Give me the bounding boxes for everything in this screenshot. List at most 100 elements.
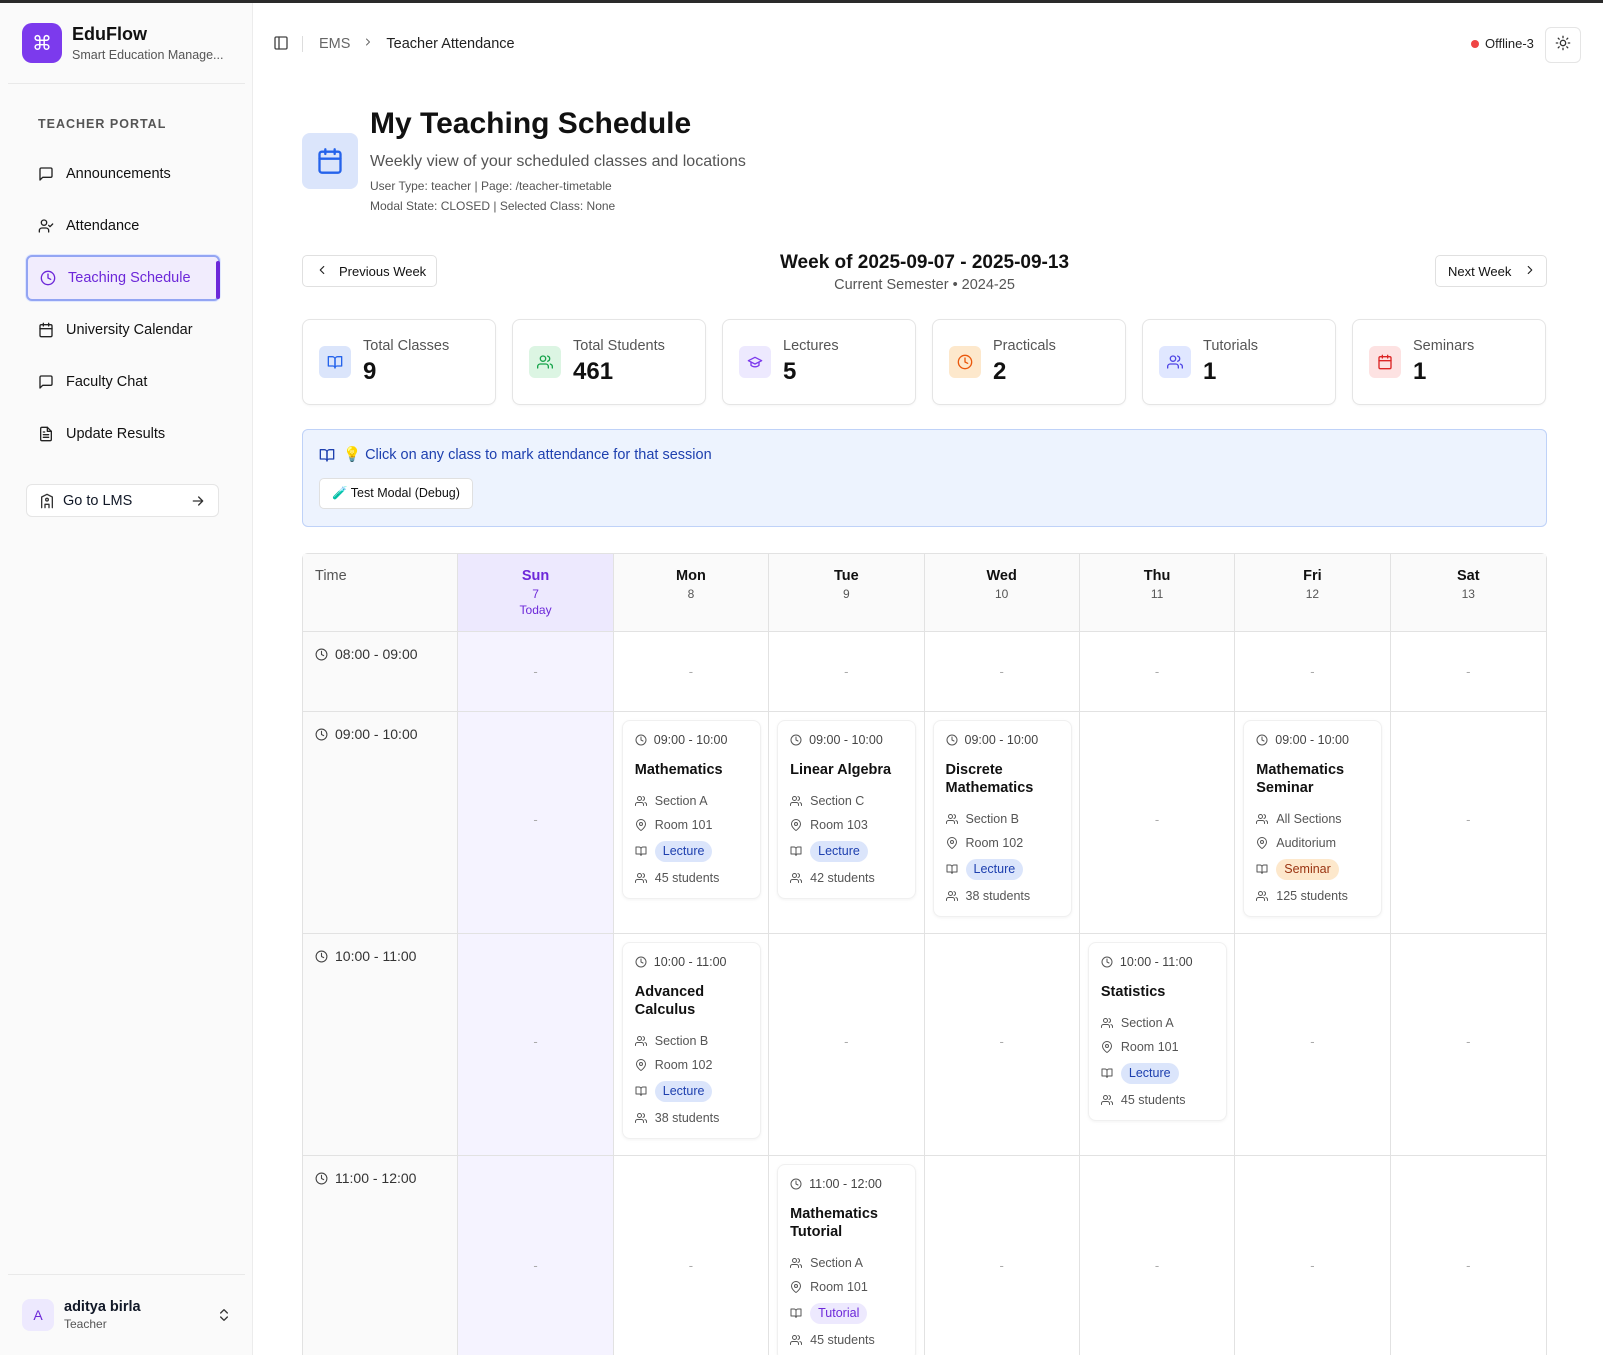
- user-menu[interactable]: A aditya birla Teacher: [22, 1299, 232, 1331]
- day-header-fri: Fri 12: [1235, 554, 1391, 631]
- users-icon: [790, 1334, 803, 1346]
- test-modal-button[interactable]: 🧪 Test Modal (Debug): [319, 478, 473, 509]
- schedule-cell[interactable]: 11:00 - 12:00 Mathematics Tutorial Section…: [769, 1156, 925, 1355]
- sidebar-item-attendance[interactable]: Attendance: [26, 203, 220, 249]
- class-meta: Section A Room 101 Lecture 45 students: [634, 793, 748, 886]
- class-section: All Sections: [1256, 811, 1369, 827]
- class-subject: Linear Algebra: [790, 762, 892, 778]
- class-type-badge: Lecture: [965, 858, 1024, 880]
- theme-toggle-button[interactable]: [1545, 27, 1581, 63]
- class-card[interactable]: 09:00 - 10:00 Mathematics Seminar All Sect…: [1243, 720, 1383, 917]
- status-dot-icon: [1471, 39, 1479, 48]
- arrow-right-icon: [190, 493, 206, 513]
- users-icon: [634, 1112, 647, 1124]
- sidebar-item-faculty-chat[interactable]: Faculty Chat: [26, 359, 220, 405]
- chevrons-up-down-icon: [216, 1307, 232, 1328]
- class-students-text: 38 students: [965, 889, 1031, 903]
- schedule-cell[interactable]: 09:00 - 10:00 Linear Algebra Section C Room…: [769, 712, 925, 933]
- sidebar-item-teaching-schedule[interactable]: Teaching Schedule: [26, 255, 220, 301]
- class-type: Lecture: [635, 840, 748, 862]
- stats-row: Total Classes 9 Total Students 461 Lectures 5…: [302, 319, 1547, 405]
- day-date: 8: [687, 587, 695, 601]
- chevron-right-icon: [1523, 263, 1537, 280]
- empty-slot: -: [1466, 1258, 1471, 1273]
- day-name: Wed: [986, 568, 1017, 584]
- schedule-cell: -: [1080, 1156, 1236, 1355]
- empty-slot: -: [1154, 812, 1160, 827]
- book-open-icon: [790, 845, 802, 857]
- previous-week-button[interactable]: Previous Week: [302, 255, 437, 287]
- class-type: Lecture: [635, 1080, 748, 1102]
- sidebar-toggle-icon[interactable]: [273, 35, 289, 56]
- go-to-lms-label: Go to LMS: [63, 492, 133, 509]
- class-section-text: Section A: [654, 794, 708, 808]
- class-section-text: All Sections: [1276, 812, 1342, 826]
- class-section-text: Section A: [810, 1256, 863, 1270]
- schedule-cell: -: [769, 632, 925, 711]
- class-students: 42 students: [790, 870, 903, 886]
- day-header-sun: Sun 7 Today: [458, 554, 614, 631]
- user-name: aditya birla: [64, 1299, 141, 1315]
- class-time-text: 09:00 - 10:00: [653, 733, 728, 747]
- sidebar-item-university-calendar[interactable]: University Calendar: [26, 307, 220, 353]
- clock-icon: [790, 734, 802, 746]
- time-slot-cell: 08:00 - 09:00: [303, 632, 459, 711]
- status-label: Offline-3: [1485, 36, 1534, 51]
- day-date: 13: [1461, 587, 1475, 601]
- stat-label: Seminars: [1413, 338, 1475, 354]
- schedule-cell: -: [458, 1156, 614, 1355]
- schedule-cell: -: [1391, 1156, 1546, 1355]
- time-slot-text: 08:00 - 09:00: [335, 646, 418, 662]
- sidebar-item-update-results[interactable]: Update Results: [26, 411, 220, 457]
- top-header: EMS Teacher Attendance Offline-3: [253, 3, 1603, 83]
- stat-label: Practicals: [993, 338, 1056, 354]
- command-icon: ⌘: [22, 23, 62, 63]
- info-text: 💡 Click on any class to mark attendance …: [343, 447, 712, 463]
- map-pin-icon: [1101, 1041, 1113, 1053]
- stat-card: Lectures 5: [722, 319, 916, 405]
- class-card[interactable]: 10:00 - 11:00 Statistics Section A Room 101…: [1087, 942, 1227, 1121]
- chevron-left-icon: [315, 263, 329, 280]
- class-room: Room 102: [635, 1057, 748, 1073]
- time-slot-row: 08:00 - 09:00 - - - - - - -: [303, 632, 1546, 712]
- empty-slot: -: [688, 1258, 694, 1273]
- day-name: Fri: [1303, 568, 1322, 584]
- class-card[interactable]: 10:00 - 11:00 Advanced Calculus Section B R…: [621, 942, 761, 1139]
- schedule-cell[interactable]: 09:00 - 10:00 Mathematics Section A Room 10…: [614, 712, 770, 933]
- stat-card: Total Classes 9: [302, 319, 496, 405]
- sidebar-item-announcements[interactable]: Announcements: [26, 151, 220, 197]
- go-to-lms-button[interactable]: Go to LMS: [26, 484, 219, 517]
- time-slot-text: 11:00 - 12:00: [335, 1170, 417, 1186]
- users-icon: [529, 346, 561, 378]
- day-header-thu: Thu 11: [1079, 554, 1236, 631]
- class-room: Room 101: [1101, 1039, 1214, 1055]
- day-name: Sun: [521, 568, 550, 584]
- class-type: Seminar: [1256, 858, 1369, 880]
- schedule-cell[interactable]: 09:00 - 10:00 Mathematics Seminar All Sect…: [1235, 712, 1391, 933]
- class-meta: Section B Room 102 Lecture 38 students: [634, 1033, 748, 1126]
- calendar-icon: [302, 133, 358, 189]
- brand[interactable]: ⌘ EduFlow Smart Education Manage...: [22, 23, 232, 63]
- class-card[interactable]: 11:00 - 12:00 Mathematics Tutorial Section…: [777, 1164, 917, 1355]
- timetable-grid: Time Sun 7 Today Mon 8 Tue 9 Wed 10 Thu 11 Fri 12 Sat 1…: [302, 553, 1547, 1355]
- empty-slot: -: [1310, 1034, 1315, 1049]
- class-room-text: Room 102: [654, 1058, 713, 1072]
- divider: [302, 36, 303, 52]
- class-card[interactable]: 09:00 - 10:00 Discrete Mathematics Section…: [932, 720, 1072, 917]
- users-icon: [945, 890, 958, 902]
- class-section: Section C: [790, 793, 903, 809]
- time-slot-cell: 10:00 - 11:00: [303, 934, 459, 1155]
- class-room-text: Room 101: [810, 1280, 868, 1294]
- breadcrumb-ems[interactable]: EMS: [319, 36, 350, 52]
- user-role: Teacher: [64, 1317, 107, 1331]
- class-room: Room 103: [790, 817, 903, 833]
- clock-icon: [315, 648, 328, 661]
- schedule-cell[interactable]: 10:00 - 11:00 Statistics Section A Room 101…: [1080, 934, 1236, 1155]
- next-week-button[interactable]: Next Week: [1435, 255, 1547, 287]
- empty-slot: -: [999, 1258, 1004, 1273]
- empty-slot: -: [844, 1034, 849, 1049]
- class-card[interactable]: 09:00 - 10:00 Linear Algebra Section C Room…: [777, 720, 917, 899]
- class-card[interactable]: 09:00 - 10:00 Mathematics Section A Room 10…: [621, 720, 761, 899]
- schedule-cell[interactable]: 09:00 - 10:00 Discrete Mathematics Section…: [925, 712, 1080, 933]
- schedule-cell[interactable]: 10:00 - 11:00 Advanced Calculus Section B R…: [614, 934, 770, 1155]
